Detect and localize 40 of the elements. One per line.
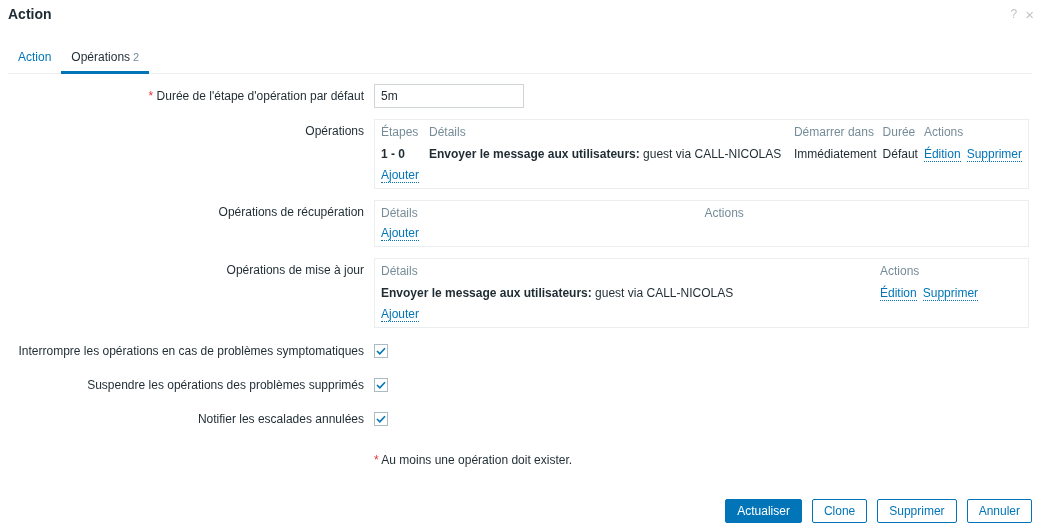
add-link[interactable]: Ajouter [381,307,420,322]
action-link[interactable]: Supprimer [966,147,1022,162]
field-label: Opérations [304,123,364,140]
checkbox-label: Notifier les escalades annulées [196,410,364,428]
column-header: Actions [704,206,745,220]
table-cell-text: Envoyer le message aux utilisateurs: guest via CALL-NICOLAS [429,147,783,161]
column-header: Détails [381,264,419,278]
dialog-button[interactable]: Actualiser [725,499,802,523]
table-cell: Défaut [882,147,918,161]
checkbox[interactable] [374,377,388,392]
required-note: * Au moins une opération doit exister. [374,453,574,467]
dialog-title: Action [8,6,52,22]
add-link[interactable]: Ajouter [381,168,420,183]
table-cell: Immédiatement [793,147,877,161]
field-label: * Durée de l'étape d'opération par défaut [147,88,364,105]
column-header: Démarrer dans [793,125,875,139]
dialog-button[interactable]: Supprimer [877,499,957,523]
dialog-button[interactable]: Clone [811,499,868,523]
checkbox[interactable] [374,343,388,358]
column-header: Actions [880,264,921,278]
column-header: Durée [882,125,917,139]
field-label: Opérations de récupération [217,204,364,221]
column-header: Étapes [381,125,420,139]
add-link[interactable]: Ajouter [381,226,420,241]
field-label: Opérations de mise à jour [225,262,364,279]
tab[interactable]: Opérations 2 [61,44,150,74]
table-cell-text: 1 - 0 [381,147,406,161]
checkbox[interactable] [374,411,388,426]
column-header: Détails [429,125,467,139]
duration-input[interactable]: 5m [374,84,524,108]
action-link[interactable]: Supprimer [922,286,979,301]
column-header: Détails [381,206,419,220]
dialog-button[interactable]: Annuler [966,499,1032,523]
table-cell-text: Envoyer le message aux utilisateurs: guest via CALL-NICOLAS [381,286,735,300]
action-link[interactable]: Édition [880,286,917,301]
checkbox-label: Interrompre les opérations en cas de problèmes symptomatiques [17,342,364,360]
action-link[interactable]: Édition [923,147,961,162]
checkbox-label: Suspendre les opérations des problèmes supprimés [86,376,364,394]
column-header: Actions [923,125,965,139]
tab[interactable]: Action [8,44,62,74]
